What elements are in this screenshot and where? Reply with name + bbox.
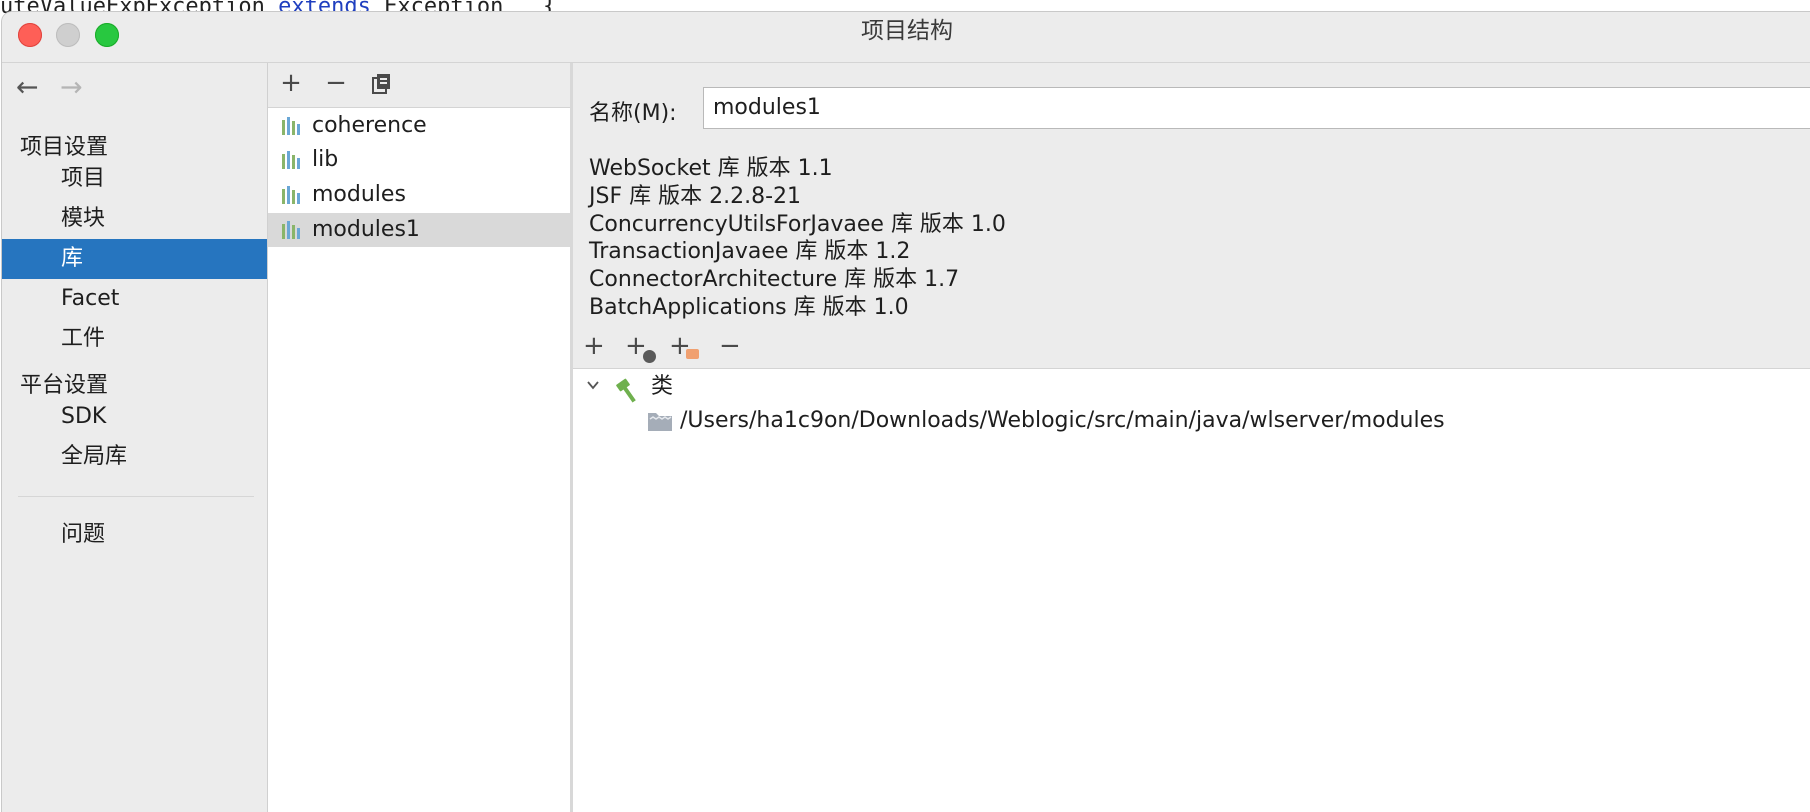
add-url-button[interactable]: + (625, 331, 665, 365)
title-bar: 项目结构 (2, 12, 1810, 63)
dependency-item: JSF 库 版本 2.2.8-21 (589, 183, 801, 209)
folder-icon (648, 413, 672, 431)
library-icon (282, 221, 300, 239)
hammer-icon (616, 378, 636, 403)
dependency-item: BatchApplications 库 版本 1.0 (589, 294, 909, 320)
library-item-modules1[interactable]: modules1 (268, 213, 570, 247)
sidebar-item-libraries[interactable]: 库 (2, 239, 267, 279)
tree-node-path-label: /Users/ha1c9on/Downloads/Weblogic/src/ma… (680, 408, 1445, 433)
copy-icon[interactable] (371, 73, 393, 95)
library-name: lib (312, 147, 339, 172)
library-name: modules1 (312, 217, 420, 242)
library-name: modules (312, 182, 406, 207)
platform-settings-heading: 平台设置 (20, 373, 109, 398)
dependency-item: WebSocket 库 版本 1.1 (589, 156, 833, 181)
library-list-pane: + − coherence lib modules modules1 (268, 63, 573, 812)
project-structure-window: 项目结构 ← → 项目设置 项目 模块 库 Facet 工件 平台设置 SDK … (2, 12, 1810, 812)
sidebar-item-sdk[interactable]: SDK (2, 397, 267, 437)
classes-toolbar: + + + − (573, 331, 1810, 365)
add-folder-button[interactable]: + (669, 331, 709, 363)
dependency-list: WebSocket 库 版本 1.1 JSF 库 版本 2.2.8-21 Con… (589, 155, 1006, 322)
dependency-item: ConnectorArchitecture 库 版本 1.7 (589, 267, 960, 293)
back-arrow-icon[interactable]: ← (16, 74, 46, 105)
classes-tree: 类 /Users/ha1c9on/Downloads/Weblogic/src/… (573, 368, 1810, 812)
library-list-toolbar: + − (268, 63, 570, 108)
add-library-button[interactable]: + (276, 69, 306, 99)
chevron-down-icon[interactable] (587, 379, 599, 391)
sidebar-item-problems[interactable]: 问题 (2, 515, 267, 555)
sidebar-item-project[interactable]: 项目 (2, 159, 267, 199)
globe-icon (641, 348, 658, 365)
library-icon (282, 151, 300, 169)
sidebar-item-global-libraries[interactable]: 全局库 (2, 437, 267, 477)
folder-badge-icon (686, 349, 699, 359)
library-icon (282, 186, 300, 204)
sidebar-item-artifacts[interactable]: 工件 (2, 319, 267, 359)
library-name: coherence (312, 113, 427, 138)
library-icon (282, 117, 300, 135)
library-item-modules[interactable]: modules (268, 178, 570, 212)
project-settings-heading: 项目设置 (20, 135, 109, 160)
library-item-coherence[interactable]: coherence (268, 109, 570, 143)
tree-node-label: 类 (651, 374, 674, 399)
dependency-item: ConcurrencyUtilsForJavaee 库 版本 1.0 (589, 211, 1006, 237)
forward-arrow-icon[interactable]: → (60, 74, 90, 105)
library-name-input[interactable]: modules1 (703, 87, 1810, 129)
settings-sidebar: ← → 项目设置 项目 模块 库 Facet 工件 平台设置 SDK 全局库 问… (2, 63, 268, 812)
library-item-lib[interactable]: lib (268, 143, 570, 177)
sidebar-divider (18, 496, 254, 497)
library-detail-pane: 名称(M): modules1 WebSocket 库 版本 1.1 JSF 库… (573, 63, 1810, 812)
name-field-label: 名称(M): (589, 101, 677, 126)
dependency-item: TransactionJavaee 库 版本 1.2 (589, 239, 911, 265)
remove-root-button[interactable]: − (719, 331, 759, 363)
add-root-button[interactable]: + (583, 331, 623, 363)
sidebar-item-facets[interactable]: Facet (2, 279, 267, 319)
remove-library-button[interactable]: − (321, 69, 351, 99)
window-title: 项目结构 (861, 18, 953, 44)
tree-node-classes[interactable]: 类 (573, 371, 973, 403)
sidebar-item-modules[interactable]: 模块 (2, 199, 267, 239)
tree-node-path[interactable]: /Users/ha1c9on/Downloads/Weblogic/src/ma… (573, 405, 1773, 437)
